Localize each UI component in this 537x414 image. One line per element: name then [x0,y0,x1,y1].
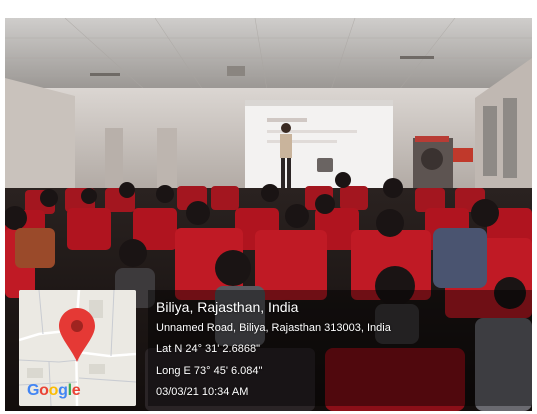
screen-top-bar [245,100,393,106]
google-logo-letter: o [48,382,59,399]
google-logo-letter: o [39,382,49,399]
slide-text [267,140,337,143]
google-logo: Google [27,382,81,399]
slide-image [317,158,333,172]
map-thumbnail: Google [19,290,136,406]
door [157,128,177,188]
longitude-readout: Long E 73° 45' 6.084" [156,365,263,377]
speaker-cone [421,148,443,170]
projector-screen [245,100,393,190]
google-logo-letter: e [71,382,81,399]
red-chair [453,148,473,162]
slide-text [267,118,307,122]
slide-text [267,130,357,133]
address-line: Unnamed Road, Biliya, Rajasthan 313003, … [156,322,391,334]
latitude-readout: Lat N 24° 31' 2.6868" [156,343,260,355]
place-name: Biliya, Rajasthan, India [156,299,299,315]
google-logo-letter: G [27,382,40,399]
geotag-caption: Biliya, Rajasthan, India Unnamed Road, B… [148,290,532,406]
google-logo-letter: g [58,382,68,399]
timestamp: 03/03/21 10:34 AM [156,386,249,398]
red-sign [415,136,449,142]
